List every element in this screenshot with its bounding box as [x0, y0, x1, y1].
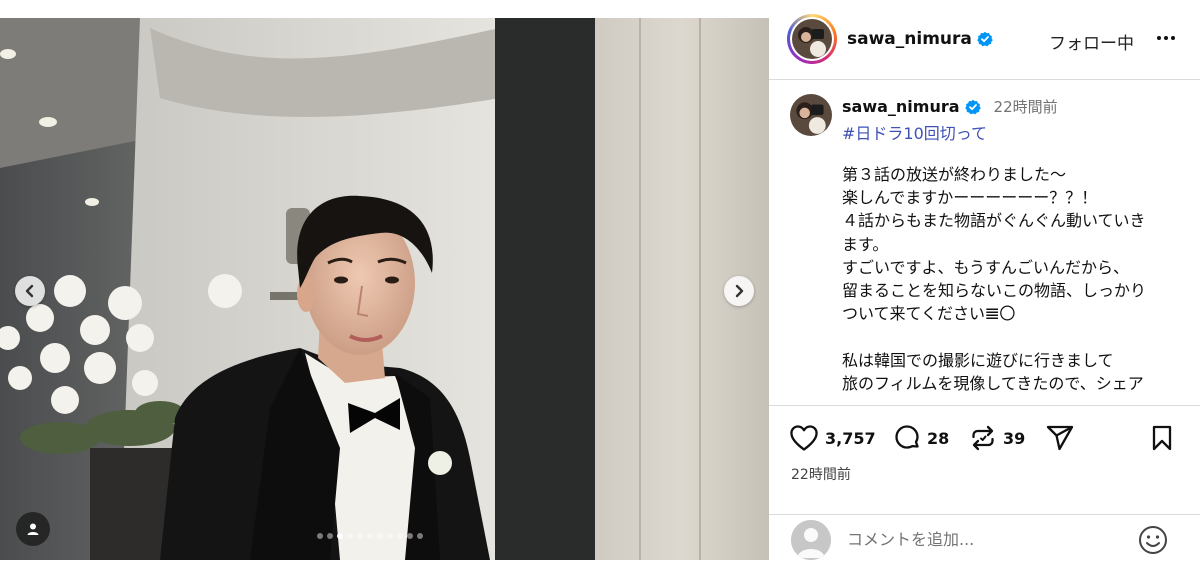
comment-count[interactable]: 28	[927, 429, 949, 448]
chevron-left-icon	[25, 284, 34, 298]
carousel-dot-active	[337, 533, 343, 539]
verified-badge-icon	[964, 99, 981, 114]
post-side-panel: sawa_nimura フォロー中 sawa_nimura 22時間前 #日ドラ…	[769, 0, 1200, 579]
caption-username[interactable]: sawa_nimura	[842, 97, 960, 116]
caption-line: 楽しんでますかーーーーーー？？！	[842, 188, 1098, 208]
save-button[interactable]	[1149, 424, 1175, 452]
chevron-right-icon	[735, 284, 744, 298]
bookmark-icon	[1152, 425, 1172, 451]
carousel-dot	[417, 533, 423, 539]
caption-area: sawa_nimura 22時間前 #日ドラ10回切って 第３話の放送が終わりま…	[769, 81, 1200, 405]
comment-button[interactable]: 28	[893, 424, 949, 452]
caption-text: 第３話の放送が終わりました〜 楽しんでますかーーーーーー？？！ ４話からもまた物…	[842, 163, 1187, 405]
caption-line: ついて来てください𝌆〇	[842, 304, 1016, 324]
post-photo	[0, 18, 769, 560]
more-horizontal-icon	[1164, 36, 1168, 40]
carousel-dot	[407, 533, 413, 539]
caption-line: 旅のフィルムを現像してきたので、シェア	[842, 373, 1144, 393]
caption-line: 私は韓国での撮影に遊びに行きまして	[842, 350, 1114, 370]
post-actions: 3,757 28 39 22時間前	[769, 405, 1200, 515]
more-horizontal-icon	[1157, 36, 1161, 40]
carousel-dot	[377, 533, 383, 539]
caption-time[interactable]: 22時間前	[994, 96, 1058, 117]
send-icon	[1046, 425, 1074, 451]
comment-composer	[769, 516, 1200, 564]
author-username[interactable]: sawa_nimura	[847, 29, 993, 49]
caption-line: 。	[842, 395, 1187, 405]
author-avatar	[792, 19, 832, 59]
next-slide-button[interactable]	[724, 276, 754, 306]
comment-icon	[895, 425, 919, 449]
caption-hashtag-link[interactable]: #日ドラ10回切って	[842, 120, 987, 144]
caption-author-avatar[interactable]	[790, 94, 832, 136]
repost-button[interactable]: 39	[969, 424, 1025, 452]
repost-icon	[972, 425, 994, 451]
following-button[interactable]: フォロー中	[1049, 29, 1134, 54]
carousel-dot	[317, 533, 323, 539]
verified-badge-icon	[977, 31, 993, 47]
like-button[interactable]: 3,757	[789, 424, 876, 452]
more-options-button[interactable]	[1151, 26, 1181, 50]
caption-author: sawa_nimura 22時間前	[842, 96, 1058, 117]
carousel-dot	[367, 533, 373, 539]
previous-slide-button[interactable]	[15, 276, 45, 306]
caption-line: すごいですよ、もうすんごいんだから、	[842, 257, 1130, 277]
user-tag-icon	[27, 523, 39, 535]
post-media[interactable]	[0, 18, 769, 560]
carousel-dot	[387, 533, 393, 539]
like-count[interactable]: 3,757	[825, 429, 876, 448]
tagged-users-button[interactable]	[16, 512, 50, 546]
caption-line: ４話からもまた物語がぐんぐん動いていき	[842, 211, 1146, 231]
carousel-dot	[397, 533, 403, 539]
share-button[interactable]	[1045, 424, 1075, 452]
carousel-dot	[327, 533, 333, 539]
author-username-text[interactable]: sawa_nimura	[847, 29, 972, 49]
carousel-dot	[347, 533, 353, 539]
emoji-icon[interactable]	[1137, 524, 1169, 556]
post-header: sawa_nimura フォロー中	[769, 0, 1200, 80]
carousel-indicator	[317, 533, 423, 539]
carousel-dot	[357, 533, 363, 539]
default-user-icon	[791, 520, 831, 560]
heart-icon	[790, 425, 818, 451]
comment-input[interactable]	[847, 526, 1117, 552]
caption-line: ます。	[842, 234, 889, 254]
viewer-avatar	[791, 520, 831, 560]
post-timestamp[interactable]: 22時間前	[791, 464, 851, 484]
more-horizontal-icon	[1171, 36, 1175, 40]
caption-line: 第３話の放送が終わりました〜	[842, 165, 1067, 184]
repost-count[interactable]: 39	[1003, 429, 1025, 448]
author-avatar-story-ring[interactable]	[787, 14, 837, 64]
caption-line: 留まることを知らないこの物語、しっかり	[842, 281, 1147, 301]
